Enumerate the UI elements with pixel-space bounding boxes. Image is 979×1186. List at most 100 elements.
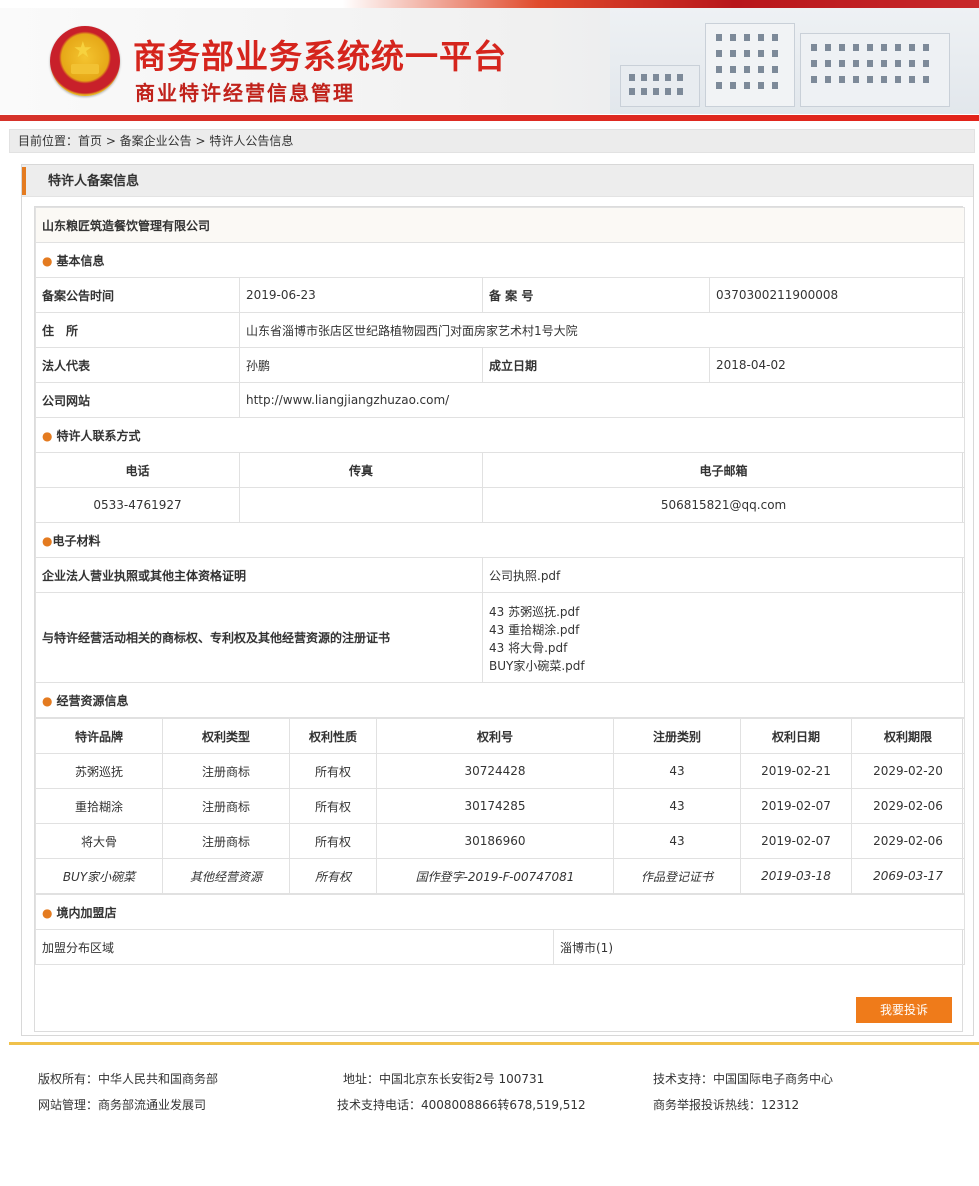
label-website: 公司网站 [35,382,240,418]
cell-right-nature: 所有权 [289,753,377,789]
cell-reg-class: 43 [613,823,741,859]
table-row: BUY家小碗菜 其他经营资源 所有权 国作登字-2019-F-00747081 … [35,858,965,894]
value-address: 山东省淄博市张店区世纪路植物园西门对面房家艺术村1号大院 [238,312,966,348]
cell-reg-class: 作品登记证书 [613,858,741,894]
cell-reg-class: 43 [613,753,741,789]
breadcrumb[interactable]: 目前位置：首页 > 备案企业公告 > 特许人公告信息 [9,129,975,153]
col-header: 权利号 [376,718,614,754]
footer-tech-phone: 技术支持电话：4008008866转678,519,512 [337,1098,586,1112]
value-fax [239,487,483,523]
record-detail: 山东粮匠筑造餐饮管理有限公司 ● 基本信息 备案公告时间 2019-06-23 备… [34,206,966,1032]
complain-button[interactable]: 我要投诉 [856,997,952,1023]
footer-hotline: 商务举报投诉热线：12312 [653,1098,800,1112]
section-title-resources: 经营资源信息 [56,693,129,708]
section-title-contact: 特许人联系方式 [56,428,141,443]
footer-tech-support: 技术支持：中国国际电子商务中心 [653,1072,834,1086]
building-right [800,33,950,107]
label-record-date: 备案公告时间 [35,277,240,313]
label-address: 住 所 [35,312,240,348]
cell-right-nature: 所有权 [289,823,377,859]
link-cert-file[interactable]: 43 将大骨.pdf [489,639,958,657]
col-header: 权利类型 [162,718,290,754]
panel-title: 特许人备案信息 [48,174,140,189]
value-region: 淄博市(1) [553,929,965,965]
cell-brand: 重拾糊涂 [35,788,163,824]
table-row: 苏粥巡抚 注册商标 所有权 30724428 43 2019-02-21 202… [35,753,965,789]
panel-header-accent [22,167,26,195]
section-title-stores: 境内加盟店 [56,905,117,920]
cell-brand: BUY家小碗菜 [35,858,163,894]
site-subtitle: 商业特许经营信息管理 [135,81,355,105]
col-header: 权利日期 [740,718,852,754]
cell-right-date: 2019-03-18 [740,858,852,894]
bullet-icon: ● [42,905,53,920]
company-name: 山东粮匠筑造餐饮管理有限公司 [34,207,966,243]
col-header: 权利性质 [289,718,377,754]
row-contact-header: 电话 传真 电子邮箱 [35,452,966,488]
cell-right-term: 2029-02-06 [851,788,965,824]
header-banner: ★ 商务部业务系统统一平台 商业特许经营信息管理 [0,0,979,121]
resources-table: 特许品牌 权利类型 权利性质 权利号 注册类别 权利日期 权利期限 苏粥巡抚 注… [35,718,965,894]
site-title: 商务部业务系统统一平台 [133,37,507,76]
col-header: 权利期限 [851,718,965,754]
cell-right-date: 2019-02-21 [740,753,852,789]
bullet-icon: ● [42,428,53,443]
label-legal-rep: 法人代表 [35,347,240,383]
main-panel: 特许人备案信息 山东粮匠筑造餐饮管理有限公司 ● 基本信息 备案公告时间 2019… [21,164,974,1036]
row-address: 住 所 山东省淄博市张店区世纪路植物园西门对面房家艺术村1号大院 [35,312,966,348]
row-region: 加盟分布区域 淄博市(1) [35,929,965,965]
cell-right-term: 2029-02-06 [851,823,965,859]
link-cert-file[interactable]: 43 重拾糊涂.pdf [489,621,958,639]
col-header: 注册类别 [613,718,741,754]
value-phone: 0533-4761927 [35,487,240,523]
link-cert-file[interactable]: BUY家小碗菜.pdf [489,657,958,675]
table-row: 将大骨 注册商标 所有权 30186960 43 2019-02-07 2029… [35,823,965,859]
cell-brand: 苏粥巡抚 [35,753,163,789]
panel-header: 特许人备案信息 [22,165,973,197]
header-phone: 电话 [35,452,240,488]
row-license: 企业法人营业执照或其他主体资格证明 公司执照.pdf [35,557,966,593]
cell-right-type: 注册商标 [162,823,290,859]
label-license: 企业法人营业执照或其他主体资格证明 [35,557,483,593]
cell-brand: 将大骨 [35,823,163,859]
bullet-icon: ● [42,533,53,548]
link-license-file[interactable]: 公司执照.pdf [481,557,966,593]
value-email: 506815821@qq.com [481,487,966,523]
value-website[interactable]: http://www.liangjiangzhuzao.com/ [238,382,966,418]
header-email: 电子邮箱 [481,452,966,488]
cell-right-no: 30174285 [376,788,614,824]
cell-right-no: 30724428 [376,753,614,789]
section-basic: ● 基本信息 [34,242,966,278]
row-website: 公司网站 http://www.liangjiangzhuzao.com/ [35,382,966,418]
row-contact-values: 0533-4761927 506815821@qq.com [35,487,966,523]
value-legal-rep: 孙鹏 [239,347,483,383]
footer-site-admin: 网站管理：商务部流通业发展司 [38,1098,207,1112]
record-table: 山东粮匠筑造餐饮管理有限公司 ● 基本信息 备案公告时间 2019-06-23 备… [34,207,966,718]
link-cert-file[interactable]: 43 苏粥巡抚.pdf [489,603,958,621]
footer-divider [9,1042,979,1045]
table-row: 重拾糊涂 注册商标 所有权 30174285 43 2019-02-07 202… [35,788,965,824]
bullet-icon: ● [42,253,53,268]
cell-right-no: 30186960 [376,823,614,859]
cell-right-date: 2019-02-07 [740,823,852,859]
national-emblem-icon: ★ [50,26,120,96]
company-row: 山东粮匠筑造餐饮管理有限公司 [34,207,966,243]
row-legal: 法人代表 孙鹏 成立日期 2018-04-02 [35,347,966,383]
section-resources: ● 经营资源信息 [34,682,966,718]
value-record-no: 0370300211900008 [708,277,966,313]
section-title-basic: 基本信息 [56,253,105,268]
bullet-icon: ● [42,693,53,708]
banner-bottom-stripe [0,114,979,121]
cell-right-nature: 所有权 [289,788,377,824]
label-region: 加盟分布区域 [35,929,554,965]
cell-right-no: 国作登字-2019-F-00747081 [376,858,614,894]
section-contact: ● 特许人联系方式 [34,417,966,453]
value-record-date: 2019-06-23 [239,277,483,313]
cell-right-nature: 所有权 [289,858,377,894]
cell-right-term: 2069-03-17 [851,858,965,894]
building-left [620,65,700,107]
row-record: 备案公告时间 2019-06-23 备 案 号 0370300211900008 [35,277,966,313]
cell-right-term: 2029-02-20 [851,753,965,789]
cell-right-type: 注册商标 [162,788,290,824]
section-materials: ●电子材料 [34,522,966,558]
